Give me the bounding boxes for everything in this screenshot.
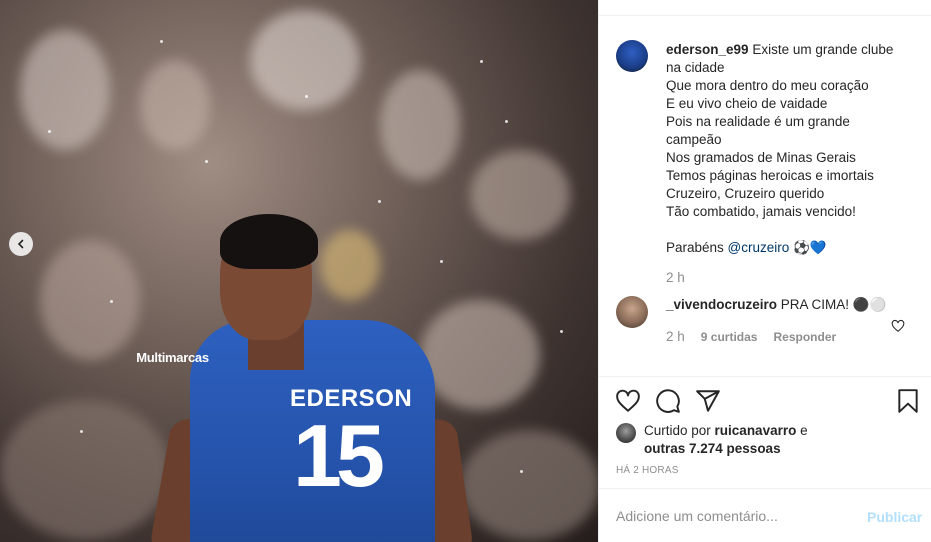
avatar[interactable] <box>616 296 648 328</box>
caption-signoff: Parabéns <box>666 240 728 255</box>
crowd-blur <box>460 430 598 540</box>
liked-by: Curtido por ruicanavarro e outras 7.274 … <box>644 422 844 458</box>
caption-line: Cruzeiro, Cruzeiro querido <box>666 186 825 201</box>
avatar[interactable] <box>616 423 636 443</box>
snow-dot <box>80 430 83 433</box>
crowd-blur <box>40 240 140 360</box>
caption-line: Existe um grande clube <box>752 42 894 57</box>
post-timestamp[interactable]: HÁ 2 HORAS <box>616 465 679 476</box>
chevron-left-icon <box>17 239 24 249</box>
crowd-blur <box>380 70 460 180</box>
caption-line: Que mora dentro do meu coração <box>666 78 869 93</box>
snow-dot <box>378 200 381 203</box>
heart-icon[interactable] <box>891 319 905 333</box>
snow-dot <box>48 130 51 133</box>
add-comment-input[interactable] <box>616 508 856 524</box>
publish-button[interactable]: Publicar <box>867 509 922 525</box>
player-hair <box>220 214 318 269</box>
snow-dot <box>520 470 523 473</box>
comments-area[interactable]: ederson_e99 Existe um grande clube na ci… <box>599 16 931 376</box>
caption-emoji: ⚽💙 <box>789 240 827 255</box>
comment-meta: 2 h 9 curtidas Responder <box>666 329 836 344</box>
post-caption: ederson_e99 Existe um grande clube na ci… <box>666 41 916 257</box>
liked-by-others[interactable]: outras 7.274 pessoas <box>644 441 781 456</box>
post-photo: Multimarcas EDERSON 15 <box>0 0 598 542</box>
avatar[interactable] <box>616 40 648 72</box>
liked-by-user[interactable]: ruicanavarro <box>715 423 797 438</box>
comment-likes[interactable]: 9 curtidas <box>701 330 758 344</box>
snow-dot <box>560 330 563 333</box>
caption-time[interactable]: 2 h <box>666 270 685 285</box>
prev-photo-button[interactable] <box>9 232 33 256</box>
divider <box>599 488 931 489</box>
bookmark-icon[interactable] <box>895 388 921 414</box>
liked-by-prefix: Curtido por <box>644 423 715 438</box>
comment-username[interactable]: _vivendocruzeiro <box>666 297 777 312</box>
share-icon[interactable] <box>695 388 721 414</box>
snow-dot <box>205 160 208 163</box>
mention-link[interactable]: @cruzeiro <box>728 240 790 255</box>
crowd-blur <box>470 150 570 240</box>
crowd-blur <box>0 400 170 540</box>
snow-dot <box>480 60 483 63</box>
post-side-panel: ederson_e99 Existe um grande clube na ci… <box>598 0 931 542</box>
heart-icon[interactable] <box>615 388 641 414</box>
jersey-number: 15 <box>293 406 385 505</box>
caption-line: E eu vivo cheio de vaidade <box>666 96 828 111</box>
snow-dot <box>505 120 508 123</box>
caption-line: Nos gramados de Minas Gerais <box>666 150 856 165</box>
comment-text: PRA CIMA! ⚫⚪ <box>777 297 887 312</box>
crowd-blur <box>140 60 210 150</box>
caption-line: na cidade <box>666 60 725 75</box>
caption-line: Pois na realidade é um grande <box>666 114 850 129</box>
snow-dot <box>305 95 308 98</box>
caption-line: Temos páginas heroicas e imortais <box>666 168 874 183</box>
crowd-blur <box>20 30 110 150</box>
comment-icon[interactable] <box>655 388 681 414</box>
divider <box>599 376 931 377</box>
snow-dot <box>160 40 163 43</box>
reply-button[interactable]: Responder <box>773 330 836 344</box>
comment: _vivendocruzeiro PRA CIMA! ⚫⚪ <box>666 297 886 313</box>
comment-time[interactable]: 2 h <box>666 329 685 344</box>
snow-dot <box>110 300 113 303</box>
liked-by-middle: e <box>796 423 808 438</box>
jersey-sponsor: Multimarcas <box>136 350 209 365</box>
caption-line: campeão <box>666 132 722 147</box>
caption-username[interactable]: ederson_e99 <box>666 42 749 57</box>
caption-line: Tão combatido, jamais vencido! <box>666 204 856 219</box>
